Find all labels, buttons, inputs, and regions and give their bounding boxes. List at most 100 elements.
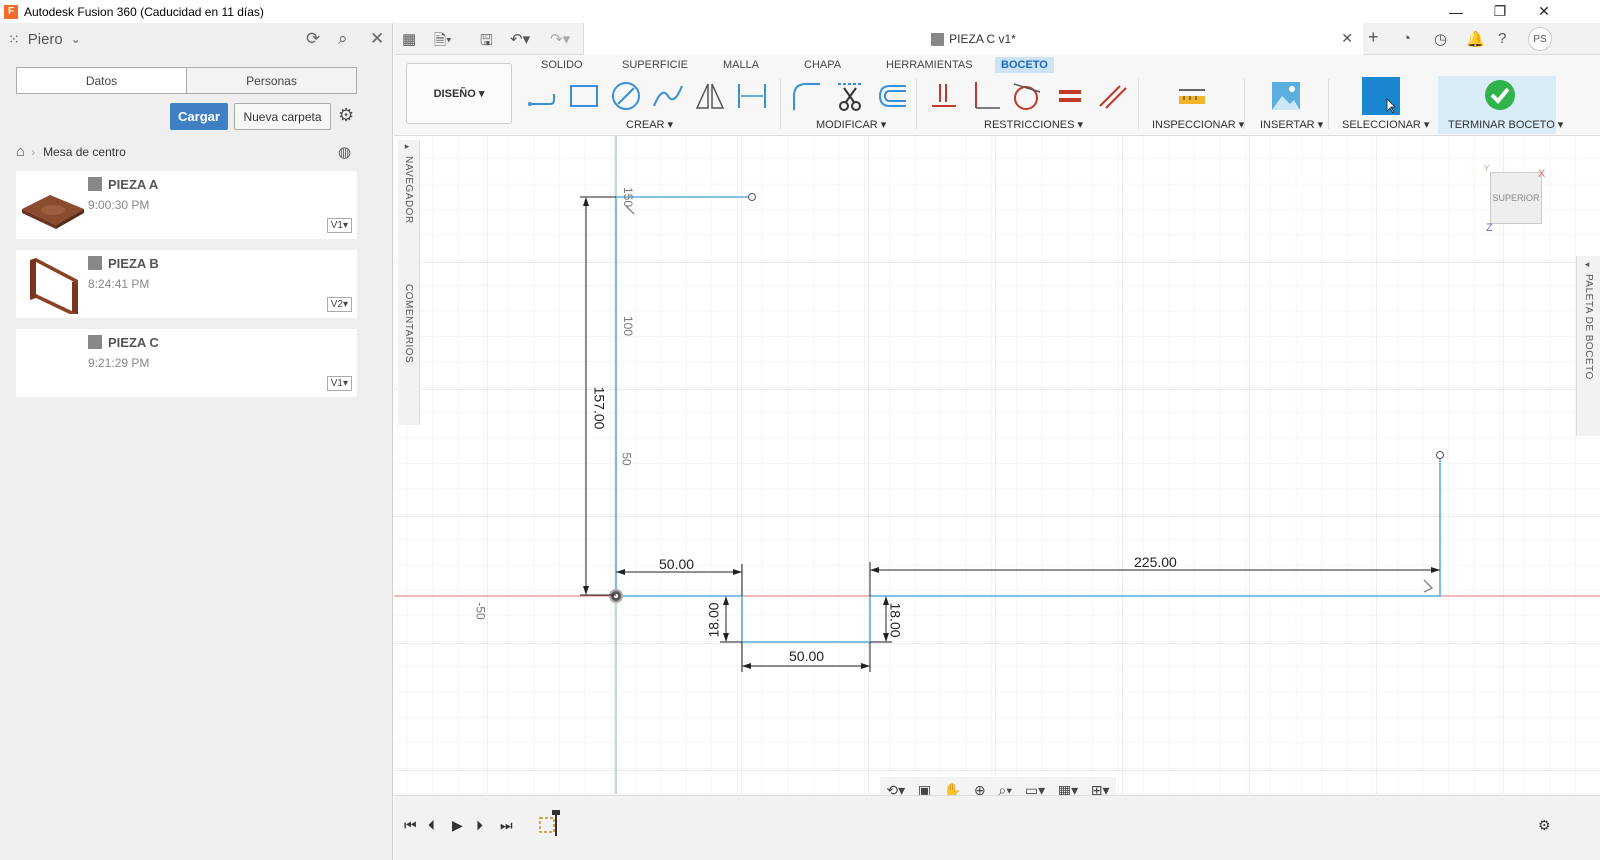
tab-boceto[interactable]: BOCETO (995, 57, 1054, 73)
apps-grid-icon[interactable]: ▦ (402, 30, 416, 48)
dimension-label-50-bottom[interactable]: 50.00 (789, 648, 824, 664)
sketch-canvas[interactable]: 150 100 50 -50 157.00 50.00 225.00 18.00… (394, 136, 1600, 794)
navigator-panel-label[interactable]: NAVEGADOR (403, 156, 414, 224)
tab-superficie[interactable]: SUPERFICIE (616, 57, 694, 73)
user-switcher[interactable]: Piero (28, 31, 63, 48)
refresh-icon[interactable]: ⟳ (306, 29, 320, 49)
select-tool-icon[interactable] (1362, 77, 1400, 115)
search-icon[interactable]: ⌕ (338, 29, 348, 49)
globe-icon[interactable]: ◍ (338, 143, 351, 161)
circle-tool-icon[interactable] (610, 80, 642, 112)
tab-malla[interactable]: MALLA (717, 57, 765, 73)
view-cube-axis-y: Y (1484, 164, 1490, 173)
tangent-constraint-icon[interactable] (1010, 80, 1042, 112)
document-tab[interactable]: PIEZA C v1* ✕ (583, 23, 1363, 55)
workspace-dropdown[interactable]: DISEÑO ▾ (406, 63, 512, 124)
line-tool-icon[interactable] (526, 80, 558, 112)
group-insertar[interactable]: INSERTAR ▾ (1260, 118, 1323, 131)
close-tab-icon[interactable]: ✕ (1341, 30, 1353, 47)
file-menu-icon[interactable]: 🗎▾ (434, 30, 452, 55)
version-dropdown[interactable]: V2▾ (326, 297, 352, 312)
version-dropdown[interactable]: V1▾ (326, 376, 352, 391)
fillet-tool-icon[interactable] (790, 80, 822, 112)
user-avatar[interactable]: PS (1528, 27, 1552, 51)
undo-icon[interactable]: ↶▾ (510, 30, 530, 48)
dimension-label-18-left[interactable]: 18.00 (706, 602, 722, 637)
group-divider (780, 79, 781, 129)
dimension-label-157[interactable]: 157.00 (591, 387, 607, 430)
tab-datos[interactable]: Datos (17, 68, 187, 93)
group-restricciones[interactable]: RESTRICCIONES ▾ (984, 118, 1083, 131)
checkmark-icon[interactable] (1484, 79, 1516, 111)
extensions-icon[interactable]: ◔ (1402, 30, 1411, 47)
minimize-icon[interactable]: — (1434, 0, 1478, 23)
new-folder-button[interactable]: Nueva carpeta (234, 103, 331, 130)
rectangle-tool-icon[interactable] (568, 80, 600, 112)
mirror-tool-icon[interactable] (694, 80, 726, 112)
offset-tool-icon[interactable] (876, 80, 908, 112)
collapse-icon[interactable]: ◂ (1583, 260, 1593, 271)
ruler-label: -50 (473, 602, 488, 620)
new-tab-icon[interactable]: + (1368, 27, 1379, 48)
file-item-pieza-a[interactable]: PIEZA A 9:00:30 PM V1▾ (16, 171, 357, 239)
notifications-icon[interactable]: 🔔 (1466, 30, 1485, 48)
file-thumbnail (22, 195, 84, 229)
group-crear[interactable]: CREAR ▾ (626, 118, 673, 131)
parallel-constraint-icon[interactable] (1096, 80, 1128, 112)
tab-personas[interactable]: Personas (187, 68, 356, 93)
close-panel-icon[interactable]: ✕ (370, 29, 384, 49)
upload-button[interactable]: Cargar (170, 103, 228, 130)
help-icon[interactable]: ? (1498, 30, 1506, 47)
gear-icon[interactable]: ⚙ (338, 105, 354, 126)
comments-panel-label[interactable]: COMENTARIOS (403, 284, 414, 363)
dimension-label-18-right[interactable]: 18.00 (888, 602, 904, 637)
equal-constraint-icon[interactable] (1054, 80, 1086, 112)
ruler-label: 100 (621, 315, 636, 337)
file-name: PIEZA B (108, 256, 159, 271)
step-forward-icon[interactable]: ⏵ (476, 817, 483, 834)
fix-constraint-icon[interactable] (928, 80, 960, 112)
measure-icon[interactable] (1176, 80, 1208, 112)
view-cube-face[interactable]: SUPERIOR (1492, 193, 1539, 203)
perpendicular-constraint-icon[interactable] (970, 80, 1002, 112)
restore-icon[interactable]: ❐ (1478, 0, 1522, 23)
group-divider (1138, 79, 1139, 129)
view-cube[interactable]: SUPERIOR (1490, 172, 1542, 224)
file-item-pieza-b[interactable]: PIEZA B 8:24:41 PM V2▾ (16, 250, 357, 318)
ribbon: DISEÑO ▾ SOLIDO SUPERFICIE MALLA CHAPA H… (394, 55, 1600, 136)
close-window-icon[interactable]: ✕ (1522, 0, 1566, 23)
dimension-tool-icon[interactable] (736, 80, 768, 112)
group-terminar-boceto[interactable]: TERMINAR BOCETO ▾ (1448, 118, 1563, 131)
trim-scissors-icon[interactable] (834, 80, 866, 112)
expand-icon[interactable]: ▸ (403, 142, 413, 153)
sketch-palette-label[interactable]: PALETA DE BOCETO (1583, 274, 1594, 380)
window-title: Autodesk Fusion 360 (Caducidad en 11 día… (24, 4, 264, 19)
sketch-feature-icon[interactable] (538, 810, 560, 839)
go-to-start-icon[interactable]: ⏮ (404, 817, 417, 834)
cube-icon (88, 177, 102, 191)
play-icon[interactable]: ▶ (452, 817, 463, 834)
save-icon[interactable]: 🖫 (480, 30, 493, 55)
step-back-icon[interactable]: ⏴ (428, 817, 435, 834)
chevron-down-icon[interactable]: ⌄ (71, 32, 81, 46)
breadcrumb-separator: › (31, 144, 36, 159)
insert-image-icon[interactable] (1270, 80, 1302, 112)
file-item-pieza-c[interactable]: PIEZA C 9:21:29 PM V1▾ (16, 329, 357, 397)
tab-solido[interactable]: SOLIDO (535, 57, 589, 73)
group-seleccionar[interactable]: SELECCIONAR ▾ (1342, 118, 1429, 131)
breadcrumb-folder[interactable]: Mesa de centro (43, 145, 126, 159)
spline-tool-icon[interactable] (652, 80, 684, 112)
version-dropdown[interactable]: V1▾ (326, 218, 352, 233)
group-inspeccionar[interactable]: INSPECCIONAR ▾ (1152, 118, 1244, 131)
timeline-settings-gear-icon[interactable]: ⚙ (1538, 817, 1551, 834)
job-status-icon[interactable]: ◷ (1434, 30, 1447, 48)
cube-icon (88, 256, 102, 270)
redo-icon[interactable]: ↷▾ (550, 30, 570, 48)
go-to-end-icon[interactable]: ⏭ (500, 817, 513, 834)
dimension-label-50-top[interactable]: 50.00 (659, 556, 694, 572)
tab-chapa[interactable]: CHAPA (798, 57, 847, 73)
group-modificar[interactable]: MODIFICAR ▾ (816, 118, 886, 131)
home-icon[interactable]: ⌂ (16, 143, 25, 160)
dimension-label-225[interactable]: 225.00 (1134, 554, 1177, 570)
tab-herramientas[interactable]: HERRAMIENTAS (880, 57, 979, 73)
